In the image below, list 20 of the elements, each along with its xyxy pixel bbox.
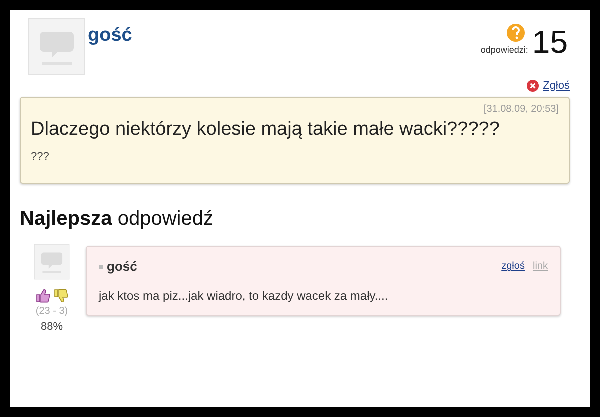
vote-percent: 88% [40, 320, 64, 335]
report-link[interactable]: zgłoś [502, 259, 525, 274]
close-icon [527, 80, 540, 92]
thumbs-down-icon[interactable] [53, 288, 69, 304]
vote-count: (23 - 3) [36, 305, 68, 319]
question-date: [31.08.09, 20:53] [484, 102, 559, 116]
avatar-icon [34, 244, 70, 280]
author-name[interactable]: gość [88, 22, 132, 50]
question-bubble-icon [506, 24, 526, 44]
report-link[interactable]: Zgłoś [543, 78, 570, 94]
question-title: Dlaczego niektórzy kolesie mają takie małe wacki????? [31, 118, 501, 142]
avatar-icon [28, 18, 86, 76]
question-body: ??? [31, 150, 50, 164]
thumbs-up-icon[interactable] [35, 288, 51, 304]
section-heading: Najlepsza odpowiedź [20, 208, 214, 230]
answers-label: odpowiedzi: [480, 44, 528, 57]
answer-text: jak ktos ma piz...jak wiadro, to kazdy wacek za mały.... [99, 288, 390, 304]
answer-author[interactable]: gość [107, 257, 138, 276]
answers-count: 15 [532, 26, 568, 58]
bullet-icon [99, 264, 103, 269]
